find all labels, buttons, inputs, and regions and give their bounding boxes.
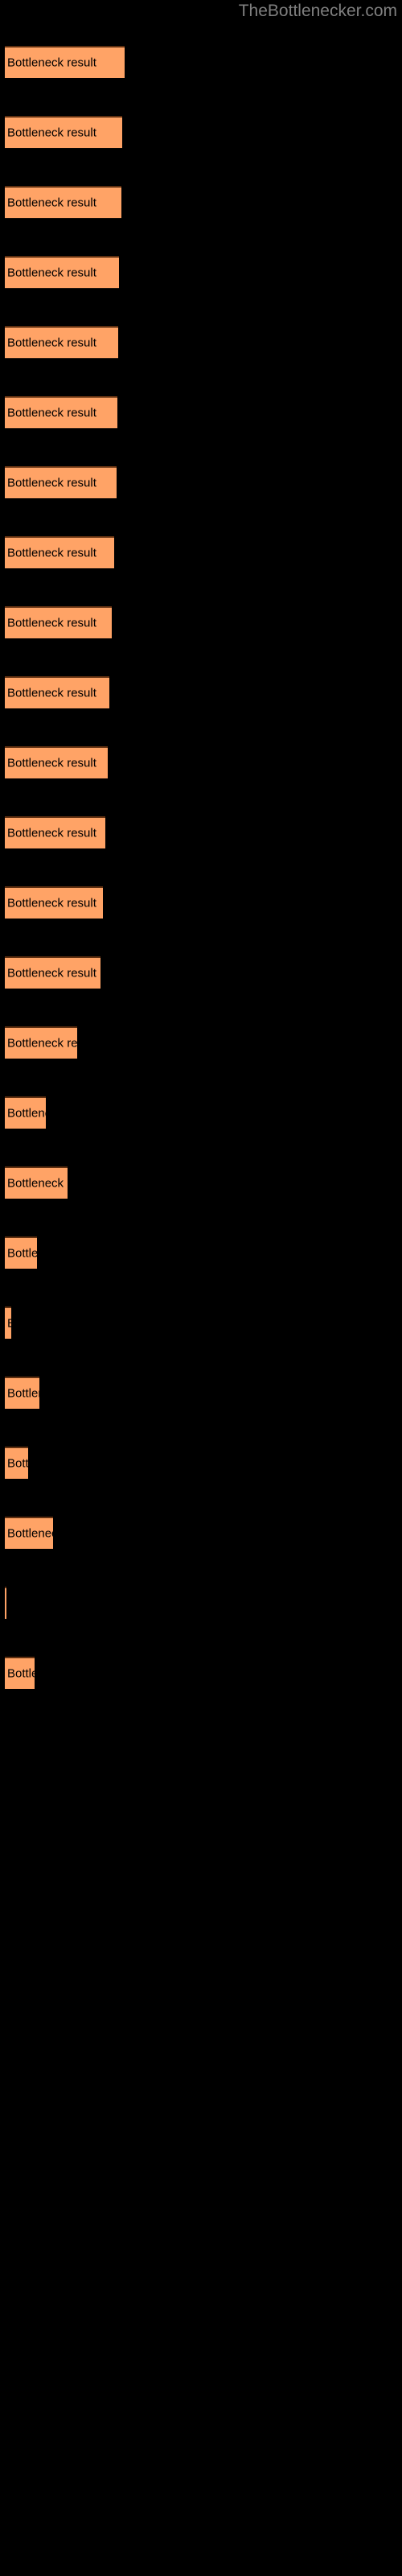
bar-label: Bottleneck result [7,1526,53,1541]
bar-label: Bottleneck result [7,126,96,140]
bar-label: Bottleneck result [7,686,96,700]
bar-label: Bottleneck result [7,476,96,490]
bar-21: Bottleneck result [5,1447,28,1479]
bar-label: Bottleneck result [7,1036,77,1051]
bar-7: Bottleneck result [5,466,117,498]
bar-14: Bottleneck result [5,956,100,989]
bar-label: Bottleneck result [7,756,96,770]
bar-label: Bottleneck result [7,826,96,840]
bar-1: Bottleneck result [5,46,125,78]
bar-12: Bottleneck result [5,816,105,848]
bar-label: Bottleneck result [7,1318,11,1330]
bottleneck-bar-chart: Bottleneck result Bottleneck result Bottle… [0,0,402,1771]
bar-11: Bottleneck result [5,746,108,778]
bar-label: Bottleneck result [7,196,96,210]
bar-label: Bottleneck result [7,896,96,910]
bar-label: Bottleneck result [7,1456,28,1471]
bar-label: Bottleneck result [7,406,96,420]
bar-label: Bottleneck result [7,966,96,980]
bar-label: Bottleneck result [7,266,96,280]
bar-2: Bottleneck result [5,116,122,148]
bar-label: Bottleneck result [7,1386,39,1401]
bar-label: Bottleneck result [7,1666,35,1681]
bar-4: Bottleneck result [5,256,119,288]
bar-6: Bottleneck result [5,396,117,428]
bar-24: Bottleneck result [5,1657,35,1689]
bar-20: Bottleneck result [5,1377,39,1409]
bar-19: Bottleneck result [5,1307,11,1339]
bar-8: Bottleneck result [5,536,114,568]
bar-5: Bottleneck result [5,326,118,358]
bar-16: Bottleneck result [5,1096,46,1129]
bar-label: Bottleneck result [7,1106,46,1121]
bar-label: Bottleneck result [7,546,96,560]
bar-22: Bottleneck result [5,1517,53,1549]
bar-10: Bottleneck result [5,676,109,708]
bar-18: Bottleneck result [5,1236,37,1269]
bar-3: Bottleneck result [5,186,121,218]
bar-label: Bottleneck result [7,616,96,630]
bar-9: Bottleneck result [5,606,112,638]
bar-13: Bottleneck result [5,886,103,919]
bar-17: Bottleneck result [5,1166,68,1199]
bar-label: Bottleneck result [7,1176,68,1191]
bar-15: Bottleneck result [5,1026,77,1059]
bar-23: Bottleneck result [5,1587,6,1619]
bar-label: Bottleneck result [7,1246,37,1261]
bar-label: Bottleneck result [7,336,96,350]
bar-label: Bottleneck result [7,56,96,70]
